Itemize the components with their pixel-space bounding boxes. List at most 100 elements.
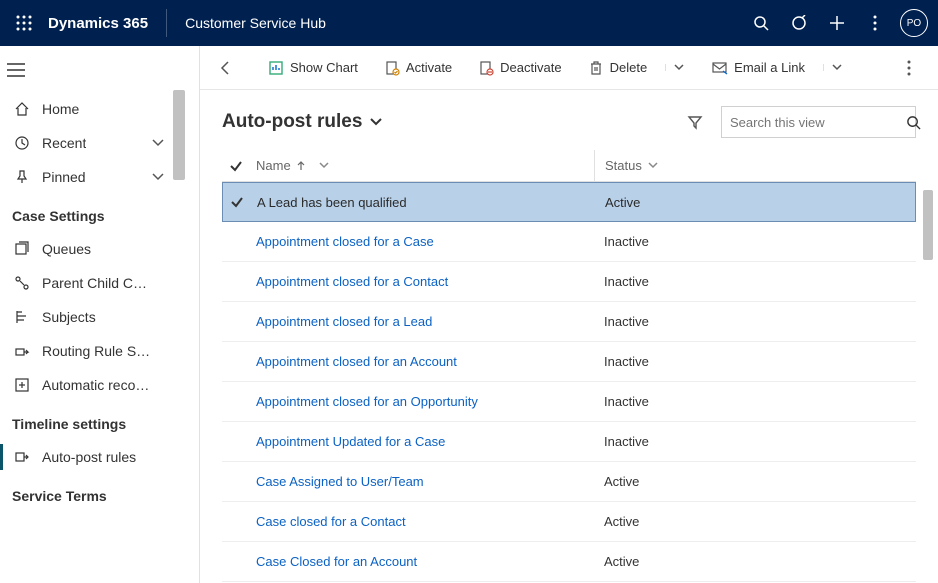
clock-icon: [14, 135, 36, 151]
table-row[interactable]: Case Assigned to User/TeamActive: [222, 462, 916, 502]
search-view-box[interactable]: [721, 106, 916, 138]
search-icon[interactable]: [742, 0, 780, 46]
sidebar-item-routing[interactable]: Routing Rule Sets: [0, 334, 186, 368]
sidebar-item-label: Pinned: [42, 169, 86, 185]
email-link-button[interactable]: Email a Link: [704, 54, 813, 82]
sidebar-item-label: Home: [42, 101, 79, 117]
sidebar-item-queues[interactable]: Queues: [0, 232, 186, 266]
sidebar-item-parent-child[interactable]: Parent Child Case ...: [0, 266, 186, 300]
sidebar-item-automatic-record[interactable]: Automatic record ...: [0, 368, 186, 402]
pin-icon: [14, 169, 36, 185]
cell-status: Inactive: [594, 234, 916, 249]
back-button[interactable]: [212, 54, 240, 82]
table-row[interactable]: A Lead has been qualifiedActive: [222, 182, 916, 222]
activate-icon: [384, 60, 400, 76]
cell-name[interactable]: Appointment closed for a Lead: [250, 314, 594, 329]
sidebar-item-label: Auto-post rules: [42, 449, 136, 465]
select-all-checkbox[interactable]: [222, 159, 250, 173]
delete-button[interactable]: Delete: [580, 54, 656, 82]
app-launcher-icon[interactable]: [10, 9, 38, 37]
chevron-down-icon[interactable]: [319, 162, 329, 169]
sidebar-item-label: Subjects: [42, 309, 96, 325]
sort-ascending-icon: [297, 161, 305, 171]
column-header-name[interactable]: Name: [250, 158, 594, 173]
deactivate-button[interactable]: Deactivate: [470, 54, 569, 82]
chevron-down-icon[interactable]: [152, 139, 164, 147]
user-avatar[interactable]: PO: [900, 9, 928, 37]
table-row[interactable]: Appointment Updated for a CaseInactive: [222, 422, 916, 462]
cell-name[interactable]: Case closed for a Contact: [250, 514, 594, 529]
parent-child-icon: [14, 275, 36, 291]
cell-status: Inactive: [594, 314, 916, 329]
show-chart-button[interactable]: Show Chart: [260, 54, 366, 82]
sidebar-scrollbar[interactable]: [172, 90, 186, 583]
cell-status: Active: [594, 514, 916, 529]
sidebar: Home Recent Pinned Case Se: [0, 46, 186, 583]
table-row[interactable]: Appointment closed for an OpportunityIna…: [222, 382, 916, 422]
column-label: Status: [605, 158, 642, 173]
hamburger-icon[interactable]: [0, 48, 38, 92]
chart-icon: [268, 60, 284, 76]
column-label: Name: [256, 158, 291, 173]
sidebar-item-subjects[interactable]: Subjects: [0, 300, 186, 334]
cell-name[interactable]: Appointment Updated for a Case: [250, 434, 594, 449]
auto-record-icon: [14, 377, 36, 393]
row-checkbox[interactable]: [223, 195, 251, 209]
activate-button[interactable]: Activate: [376, 54, 460, 82]
table-row[interactable]: Appointment closed for a LeadInactive: [222, 302, 916, 342]
email-icon: [712, 60, 728, 76]
cell-name[interactable]: Case Assigned to User/Team: [250, 474, 594, 489]
chevron-down-icon[interactable]: [648, 162, 658, 169]
chevron-down-icon[interactable]: [152, 173, 164, 181]
add-icon[interactable]: [818, 0, 856, 46]
table-row[interactable]: Case Closed for an AccountActive: [222, 542, 916, 582]
filter-icon[interactable]: [679, 106, 711, 138]
task-icon[interactable]: [780, 0, 818, 46]
cell-name[interactable]: Appointment closed for an Account: [250, 354, 594, 369]
column-header-status[interactable]: Status: [594, 150, 916, 181]
cmd-label: Activate: [406, 60, 452, 75]
cell-name[interactable]: Appointment closed for a Contact: [250, 274, 594, 289]
app-name[interactable]: Dynamics 365: [48, 9, 167, 37]
cmd-label: Delete: [610, 60, 648, 75]
cell-status: Inactive: [594, 354, 916, 369]
main-area: Show Chart Activate Deactivate Delete Em…: [200, 46, 938, 583]
table-row[interactable]: Appointment closed for a ContactInactive: [222, 262, 916, 302]
more-icon[interactable]: [856, 0, 894, 46]
search-input[interactable]: [730, 115, 906, 130]
cell-name[interactable]: Appointment closed for a Case: [250, 234, 594, 249]
cmd-label: Show Chart: [290, 60, 358, 75]
routing-icon: [14, 343, 36, 359]
delete-icon: [588, 60, 604, 76]
sidebar-item-label: Routing Rule Sets: [42, 343, 152, 359]
sidebar-item-recent[interactable]: Recent: [0, 126, 186, 160]
sidebar-item-home[interactable]: Home: [0, 92, 186, 126]
cell-name[interactable]: Case Closed for an Account: [250, 554, 594, 569]
cell-name[interactable]: A Lead has been qualified: [251, 195, 595, 210]
email-link-split[interactable]: [823, 64, 842, 71]
cell-status: Inactive: [594, 394, 916, 409]
home-icon: [14, 101, 36, 117]
table-row[interactable]: Appointment closed for a CaseInactive: [222, 222, 916, 262]
table-row[interactable]: Case closed for a ContactActive: [222, 502, 916, 542]
chevron-down-icon: [370, 118, 382, 126]
sidebar-section-service-terms: Service Terms: [0, 474, 186, 512]
sidebar-item-auto-post-rules[interactable]: Auto-post rules: [0, 440, 186, 474]
grid-header: Name Status: [222, 150, 916, 182]
cell-name[interactable]: Appointment closed for an Opportunity: [250, 394, 594, 409]
data-grid: Name Status A Lead has been qualifiedAct…: [222, 150, 916, 582]
hub-name[interactable]: Customer Service Hub: [185, 15, 326, 31]
view-title: Auto-post rules: [222, 111, 362, 133]
delete-split[interactable]: [665, 64, 684, 71]
command-bar: Show Chart Activate Deactivate Delete Em…: [200, 46, 938, 90]
subjects-icon: [14, 309, 36, 325]
sidebar-item-label: Parent Child Case ...: [42, 275, 152, 291]
command-overflow-icon[interactable]: [894, 53, 924, 83]
view-selector[interactable]: Auto-post rules: [222, 111, 382, 133]
sidebar-item-pinned[interactable]: Pinned: [0, 160, 186, 194]
cell-status: Active: [594, 474, 916, 489]
search-icon[interactable]: [906, 115, 921, 130]
main-scrollbar[interactable]: [923, 90, 935, 583]
cell-status: Inactive: [594, 434, 916, 449]
table-row[interactable]: Appointment closed for an AccountInactiv…: [222, 342, 916, 382]
